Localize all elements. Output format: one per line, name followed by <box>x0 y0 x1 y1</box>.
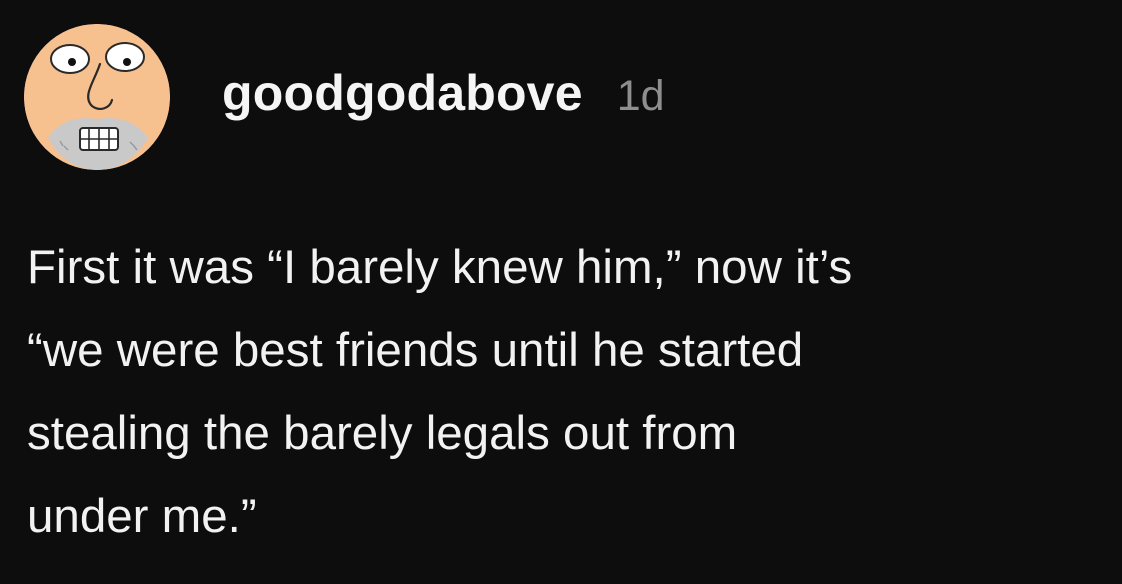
post-text-line: under me.” <box>27 490 257 543</box>
timestamp[interactable]: 1d <box>617 72 665 121</box>
post-header: goodgodabove 1d <box>24 24 665 170</box>
post-text-line: First it was “I barely knew him,” now it… <box>27 241 853 294</box>
username[interactable]: goodgodabove <box>222 64 583 122</box>
avatar[interactable] <box>24 24 170 170</box>
post-meta: goodgodabove 1d <box>222 64 665 122</box>
post-text: First it was “I barely knew him,” now it… <box>27 226 1107 558</box>
post-text-line: “we were best friends until he started <box>27 324 804 377</box>
post-text-line: stealing the barely legals out from <box>27 407 738 460</box>
cartoon-face-avatar-icon <box>24 24 170 170</box>
post-card: goodgodabove 1d First it was “I barely k… <box>0 0 1122 584</box>
